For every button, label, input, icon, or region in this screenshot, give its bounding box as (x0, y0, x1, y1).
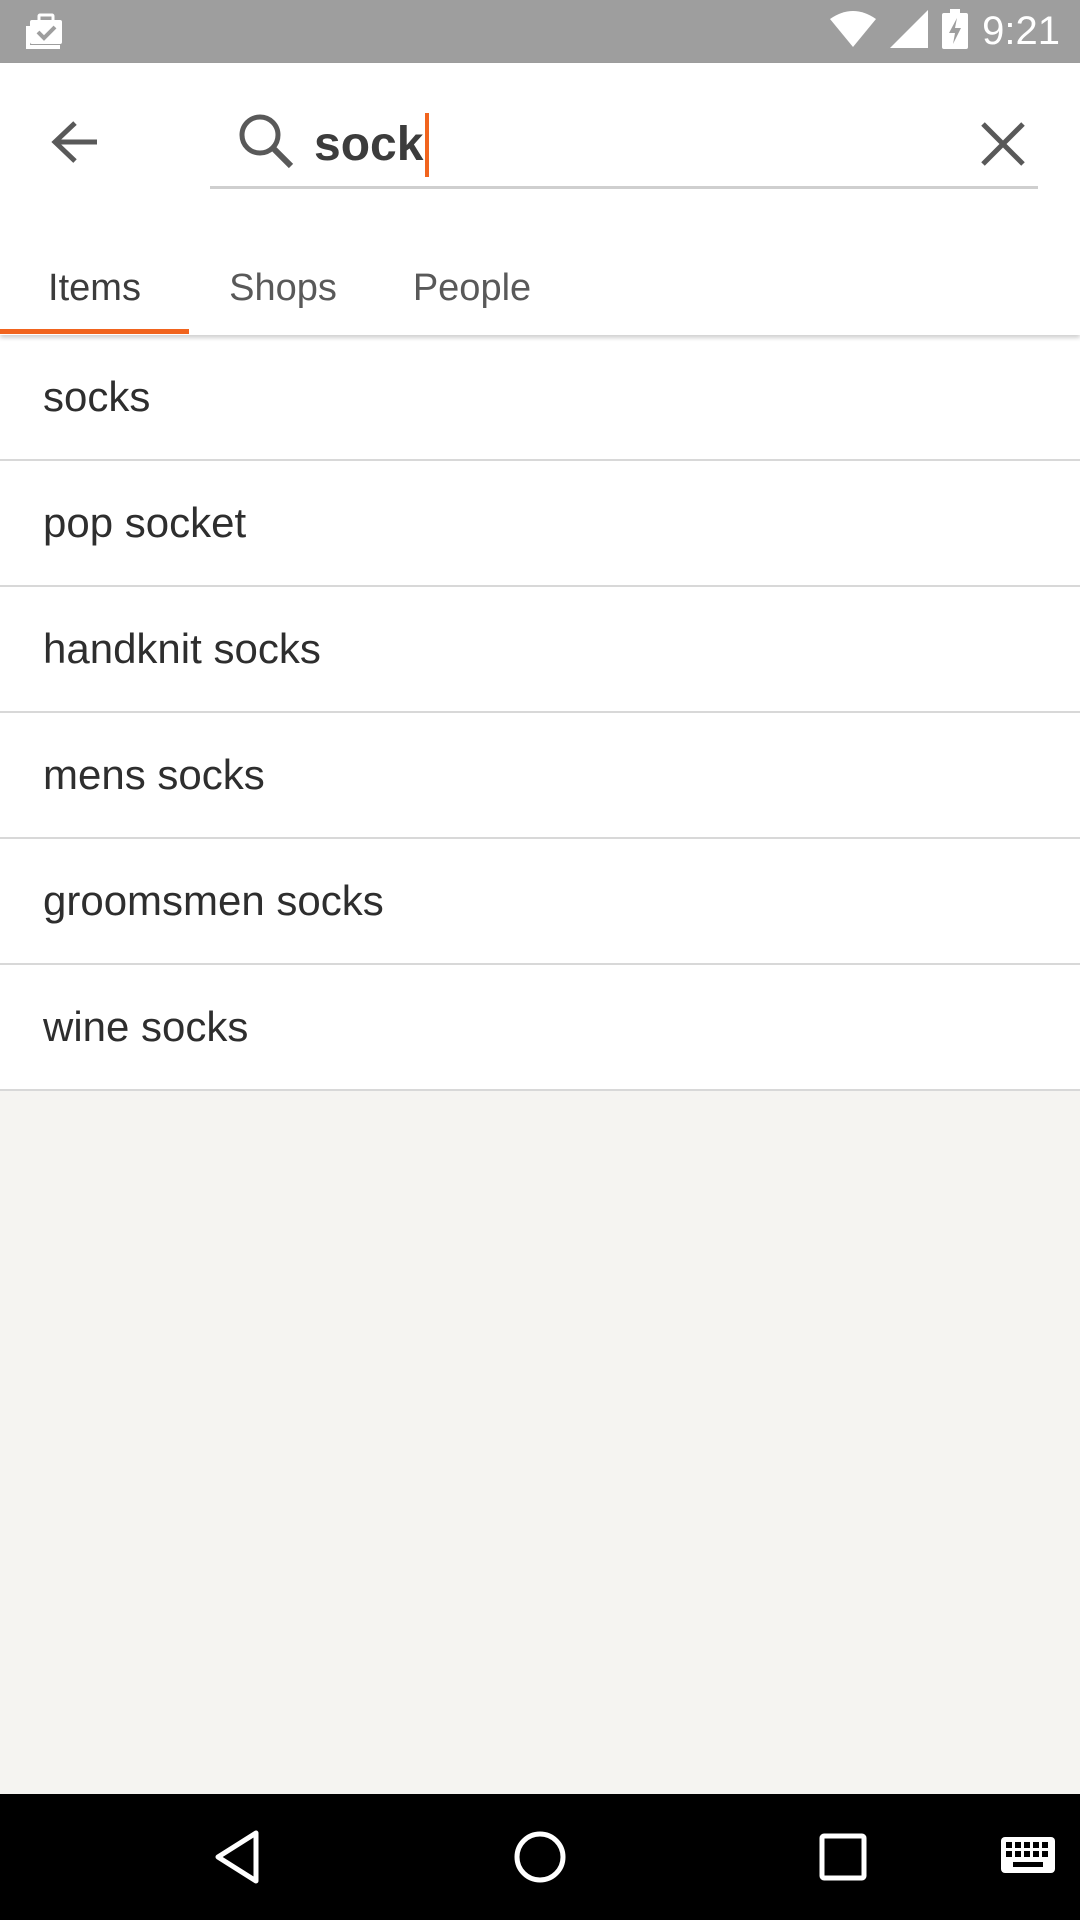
keyboard-icon (1001, 1837, 1055, 1873)
tab-people[interactable]: People (398, 241, 546, 335)
wifi-icon (830, 10, 877, 52)
suggestion-item[interactable]: handknit socks (0, 587, 1080, 713)
suggestion-item[interactable]: mens socks (0, 713, 1080, 839)
back-button[interactable] (40, 107, 110, 177)
status-bar: 9:21 (0, 0, 1080, 63)
clear-search-button[interactable] (968, 109, 1038, 179)
tab-items[interactable]: Items (0, 241, 189, 335)
tab-shops[interactable]: Shops (208, 241, 358, 335)
nav-back-button[interactable] (202, 1822, 272, 1892)
cell-signal-icon (890, 9, 929, 53)
battery-charging-icon (942, 8, 969, 54)
arrow-left-icon (51, 121, 97, 163)
active-tab-indicator (0, 329, 189, 334)
briefcase-check-icon (26, 12, 66, 55)
search-scope-tabs: Items Shops People (0, 241, 1080, 335)
suggestion-item[interactable]: groomsmen socks (0, 839, 1080, 965)
suggestion-list: socks pop socket handknit socks mens soc… (0, 335, 1080, 1091)
clock: 9:21 (982, 8, 1060, 53)
suggestion-item[interactable]: socks (0, 335, 1080, 461)
nav-home-button[interactable] (505, 1822, 575, 1892)
square-recents-icon (819, 1833, 867, 1881)
text-caret (425, 113, 430, 177)
search-header: sock Items Shops People (0, 63, 1080, 335)
search-input[interactable]: sock (314, 109, 430, 181)
close-icon (981, 122, 1025, 166)
search-icon (236, 111, 296, 176)
system-navigation-bar (0, 1794, 1080, 1920)
nav-recents-button[interactable] (808, 1822, 878, 1892)
circle-home-icon (514, 1831, 566, 1883)
suggestion-item[interactable]: wine socks (0, 965, 1080, 1091)
suggestion-item[interactable]: pop socket (0, 461, 1080, 587)
search-query-text: sock (314, 118, 424, 171)
search-field[interactable]: sock (210, 101, 1038, 189)
triangle-back-icon (215, 1830, 259, 1884)
keyboard-switch-button[interactable] (993, 1822, 1063, 1892)
